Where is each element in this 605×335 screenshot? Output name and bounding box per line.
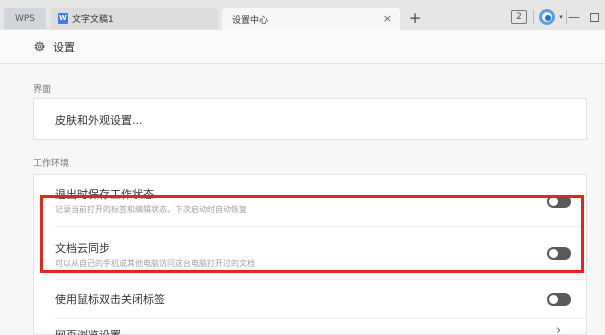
section-label-work-env: 工作环境 xyxy=(33,159,70,169)
page-browse-title: 网页浏览设置 xyxy=(55,327,121,335)
appearance-settings-link[interactable]: 皮肤和外观设置... xyxy=(55,112,143,128)
close-icon[interactable]: × xyxy=(383,12,392,25)
tab-document-label: 文字文稿1 xyxy=(72,15,114,25)
section-label-interface: 界面 xyxy=(33,85,52,95)
toolbar-divider xyxy=(566,10,567,24)
dblclick-close-title: 使用鼠标双击关闭标签 xyxy=(55,293,165,306)
settings-header: 设置 xyxy=(0,30,605,64)
tab-document[interactable]: 文字文稿1 xyxy=(51,8,218,29)
toolbar-divider xyxy=(533,10,534,24)
minimize-button[interactable]: — xyxy=(568,8,580,26)
document-icon xyxy=(58,13,68,24)
tab-bar: WPS 文字文稿1 设置中心 × + 2 ▾ — xyxy=(0,0,605,30)
maximize-button[interactable] xyxy=(587,8,601,26)
tab-settings-label: 设置中心 xyxy=(232,15,269,26)
avatar-icon[interactable] xyxy=(539,9,555,25)
add-tab-button[interactable]: + xyxy=(406,8,424,28)
row-divider xyxy=(55,279,586,280)
chevron-right-icon: › xyxy=(556,323,562,335)
dblclick-close-toggle[interactable] xyxy=(547,293,571,306)
chevron-down-icon[interactable]: ▾ xyxy=(557,8,565,26)
highlight-box xyxy=(40,195,584,273)
row-divider xyxy=(55,318,586,319)
tab-settings-center[interactable]: 设置中心 × xyxy=(222,8,400,30)
page-title: 设置 xyxy=(53,41,75,54)
tab-wps-home[interactable]: WPS xyxy=(4,8,46,29)
maximize-icon xyxy=(589,12,599,22)
settings-content: 设置 界面 皮肤和外观设置... 工作环境 退出时保存工作状态 记录当前打开的标… xyxy=(0,30,605,335)
tab-wps-label: WPS xyxy=(14,13,36,24)
toggle-knob xyxy=(549,295,558,304)
window-count-badge[interactable]: 2 xyxy=(511,10,527,24)
gear-icon xyxy=(34,41,45,52)
appearance-settings-card[interactable]: 皮肤和外观设置... xyxy=(33,98,587,140)
